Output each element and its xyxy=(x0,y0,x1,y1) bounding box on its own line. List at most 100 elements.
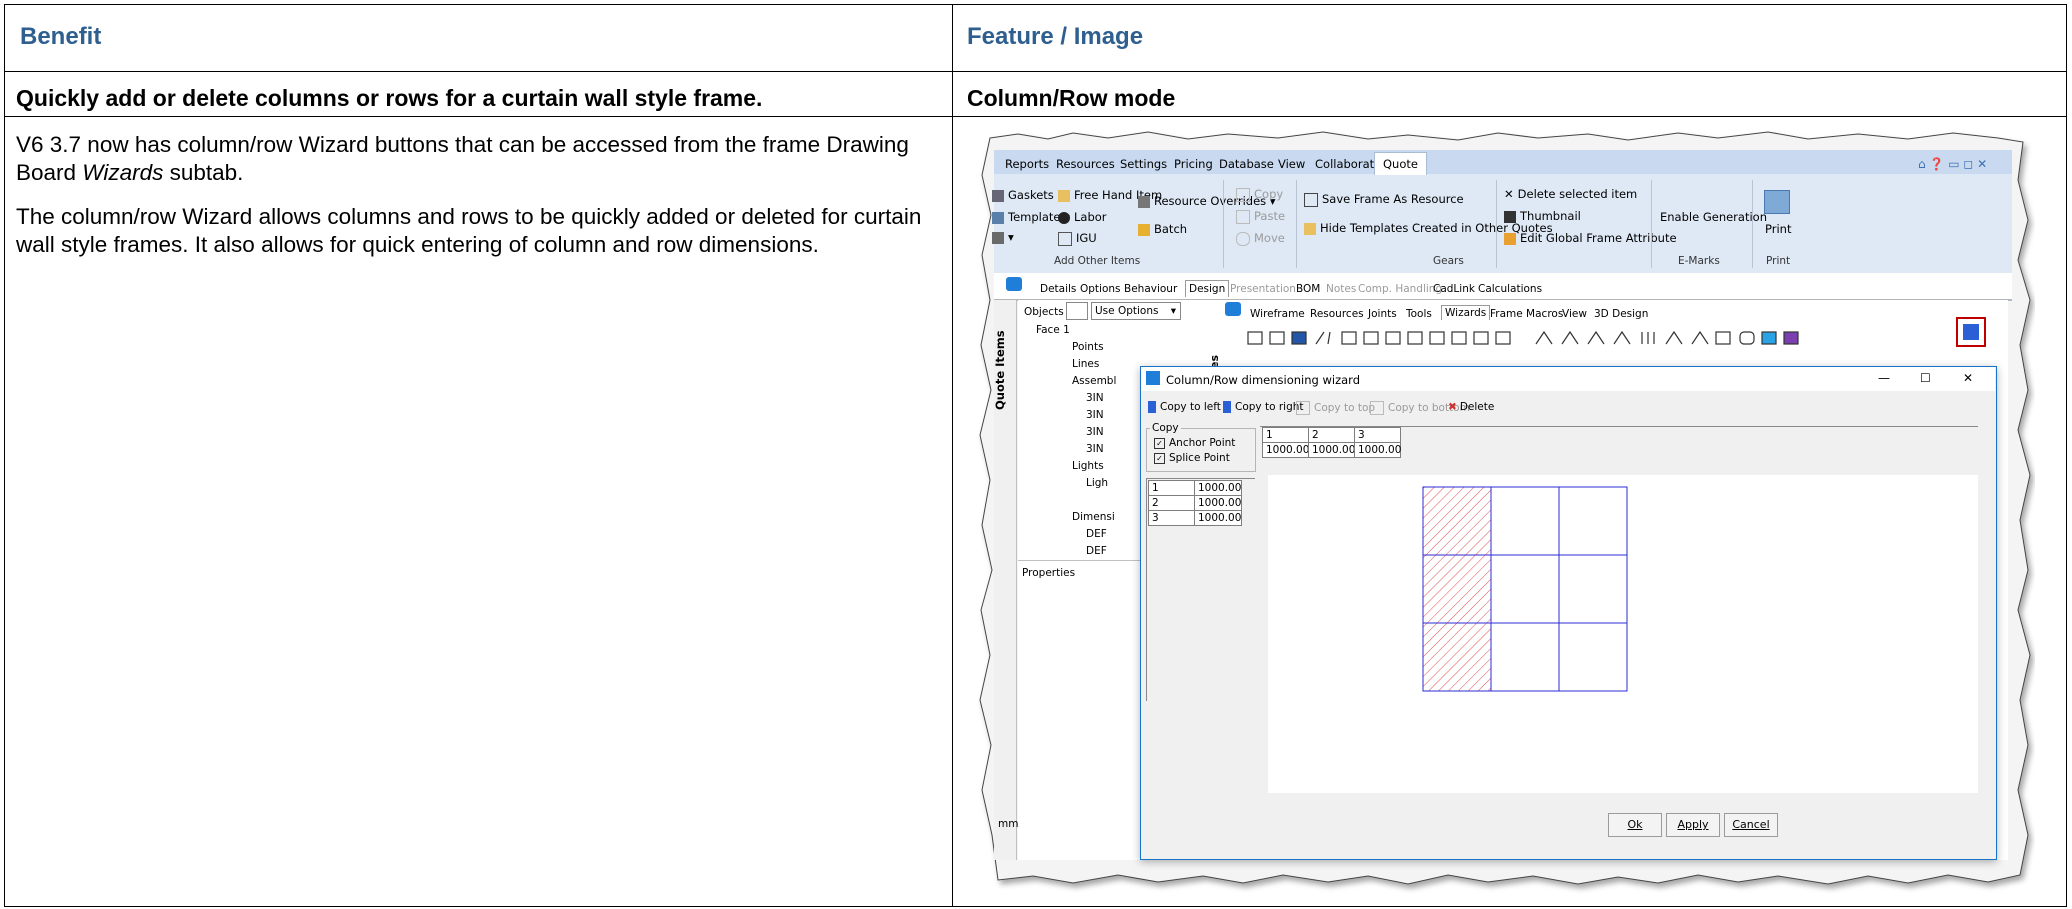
tree-assembly[interactable]: Assembl xyxy=(1072,375,1116,387)
save-frame-as-resource-button[interactable]: Save Frame As Resource xyxy=(1304,192,1464,207)
paste-button[interactable]: Paste xyxy=(1236,209,1285,224)
window-controls[interactable]: ⌂ ❓ ▭ ◻ ✕ xyxy=(1918,157,1987,171)
minimize-button[interactable]: — xyxy=(1878,371,1890,385)
person-icon xyxy=(1058,211,1070,224)
tree-3in[interactable]: 3IN xyxy=(1086,392,1104,404)
column-row-wizard-button[interactable] xyxy=(1956,317,1986,347)
wizard-tool-icon xyxy=(1665,330,1683,345)
copy-to-left-button[interactable]: Copy to left xyxy=(1148,401,1221,413)
row-value-input[interactable]: 1000.00 xyxy=(1194,495,1242,511)
back-arrow-icon[interactable] xyxy=(1006,277,1022,291)
tab-tools[interactable]: Tools xyxy=(1406,308,1432,320)
delete-selected-item-button[interactable]: ✕ Delete selected item xyxy=(1504,187,1637,201)
selected-grid-cell[interactable] xyxy=(1422,622,1492,692)
tab-notes[interactable]: Notes xyxy=(1326,283,1356,295)
tree-def[interactable]: DEF xyxy=(1086,545,1107,557)
gaskets-button[interactable]: Gaskets xyxy=(992,188,1054,202)
grid-cell[interactable] xyxy=(1490,486,1560,556)
column-value-input[interactable]: 1000.00 xyxy=(1262,442,1309,458)
close-button[interactable]: ✕ xyxy=(1963,371,1973,385)
tab-wireframe[interactable]: Wireframe xyxy=(1250,308,1305,320)
cancel-button[interactable]: Cancel xyxy=(1724,813,1778,837)
apply-button[interactable]: Apply xyxy=(1666,813,1720,837)
printer-icon xyxy=(1764,190,1790,214)
tab-collaborate[interactable]: Collaborate xyxy=(1315,157,1381,171)
tree-lights[interactable]: Lights xyxy=(1072,460,1104,472)
tab-database[interactable]: Database xyxy=(1219,157,1274,171)
tab-presentation[interactable]: Presentation xyxy=(1230,283,1296,295)
tree-def[interactable]: DEF xyxy=(1086,528,1107,540)
paste-icon xyxy=(1236,209,1250,224)
labor-button[interactable]: Labor xyxy=(1058,210,1107,224)
move-button[interactable]: Move xyxy=(1236,231,1285,246)
delete-button[interactable]: ✖ Delete xyxy=(1448,401,1494,413)
column-value-input[interactable]: 1000.00 xyxy=(1308,442,1355,458)
objects-dropdown[interactable] xyxy=(1066,302,1088,320)
tree-dimensions[interactable]: Dimensi xyxy=(1072,511,1115,523)
splice-point-checkbox[interactable]: ✓ Splice Point xyxy=(1154,452,1230,464)
group-add-other-items: Add Other Items xyxy=(1054,255,1141,267)
column-divider xyxy=(952,5,953,906)
tab-wizards[interactable]: Wizards xyxy=(1441,305,1491,320)
tab-3d-design[interactable]: 3D Design xyxy=(1594,308,1648,320)
igu-icon xyxy=(1058,231,1072,246)
wizard-tool-icon xyxy=(1715,331,1731,345)
tab-resources-drawing[interactable]: Resources xyxy=(1310,308,1364,320)
grid-cell[interactable] xyxy=(1490,622,1560,692)
tab-resources[interactable]: Resources xyxy=(1056,157,1115,171)
ribbon-separator xyxy=(1496,180,1497,268)
grid-cell[interactable] xyxy=(1490,554,1560,624)
row-title-benefit: Quickly add or delete columns or rows fo… xyxy=(16,85,763,111)
tab-bom[interactable]: BOM xyxy=(1296,283,1320,295)
tab-view-drawing[interactable]: View xyxy=(1562,308,1587,320)
row-value-input[interactable]: 1000.00 xyxy=(1194,510,1242,526)
tab-calculations[interactable]: Calculations xyxy=(1478,283,1542,295)
tab-options[interactable]: Options xyxy=(1080,283,1121,295)
tab-details[interactable]: Details xyxy=(1040,283,1076,295)
tab-design[interactable]: Design xyxy=(1185,280,1230,297)
column-value-input[interactable]: 1000.00 xyxy=(1354,442,1401,458)
tree-points[interactable]: Points xyxy=(1072,341,1104,353)
selected-grid-cell[interactable] xyxy=(1422,554,1492,624)
tab-frame-macros[interactable]: Frame Macros xyxy=(1490,308,1563,320)
tree-3in[interactable]: 3IN xyxy=(1086,443,1104,455)
tree-light[interactable]: Ligh xyxy=(1086,477,1108,489)
wizard-tool-icon xyxy=(1535,330,1553,345)
igu-button[interactable]: IGU xyxy=(1058,231,1097,246)
tab-cadlink[interactable]: CadLink xyxy=(1433,283,1475,295)
grid-cell[interactable] xyxy=(1558,554,1628,624)
print-button[interactable]: Print xyxy=(1765,222,1791,236)
wizard-tool-icon xyxy=(1291,331,1307,345)
copy-to-top-button[interactable]: Copy to top xyxy=(1296,401,1375,415)
row-value-input[interactable]: 1000.00 xyxy=(1194,480,1242,496)
tree-3in[interactable]: 3IN xyxy=(1086,426,1104,438)
batch-button[interactable]: Batch xyxy=(1138,222,1187,236)
ok-button[interactable]: Ok xyxy=(1608,813,1662,837)
tab-joints[interactable]: Joints xyxy=(1368,308,1397,320)
tab-pricing[interactable]: Pricing xyxy=(1174,157,1213,171)
copy-button[interactable]: Copy xyxy=(1236,187,1283,202)
tab-settings[interactable]: Settings xyxy=(1120,157,1167,171)
maximize-button[interactable]: ☐ xyxy=(1920,371,1931,385)
copy-to-right-button[interactable]: Copy to right xyxy=(1223,401,1304,413)
tab-reports[interactable]: Reports xyxy=(1005,157,1049,171)
quote-items-label: Quote Items xyxy=(993,330,1007,410)
use-options-dropdown[interactable]: Use Options ▾ xyxy=(1091,302,1181,320)
tree-3in[interactable]: 3IN xyxy=(1086,409,1104,421)
ribbon-separator xyxy=(1296,180,1297,268)
tree-lines[interactable]: Lines xyxy=(1072,358,1099,370)
tab-view[interactable]: View xyxy=(1278,157,1305,171)
anchor-point-checkbox[interactable]: ✓ Anchor Point xyxy=(1154,437,1235,449)
group-print: Print xyxy=(1766,255,1791,267)
grid-cell[interactable] xyxy=(1558,622,1628,692)
tree-face-1[interactable]: Face 1 xyxy=(1036,324,1070,336)
misc-dropdown[interactable]: ▾ xyxy=(992,230,1014,244)
tab-behaviour[interactable]: Behaviour xyxy=(1124,283,1177,295)
drawing-back-icon[interactable] xyxy=(1225,302,1241,316)
thumbnail-button[interactable]: Thumbnail xyxy=(1504,209,1581,223)
tab-comp-handling[interactable]: Comp. Handling xyxy=(1358,283,1442,295)
grid-cell[interactable] xyxy=(1558,486,1628,556)
tab-quote[interactable]: Quote xyxy=(1374,152,1427,175)
selected-grid-cell[interactable] xyxy=(1422,486,1492,556)
enable-generation-button[interactable]: Enable Generation xyxy=(1660,210,1767,224)
